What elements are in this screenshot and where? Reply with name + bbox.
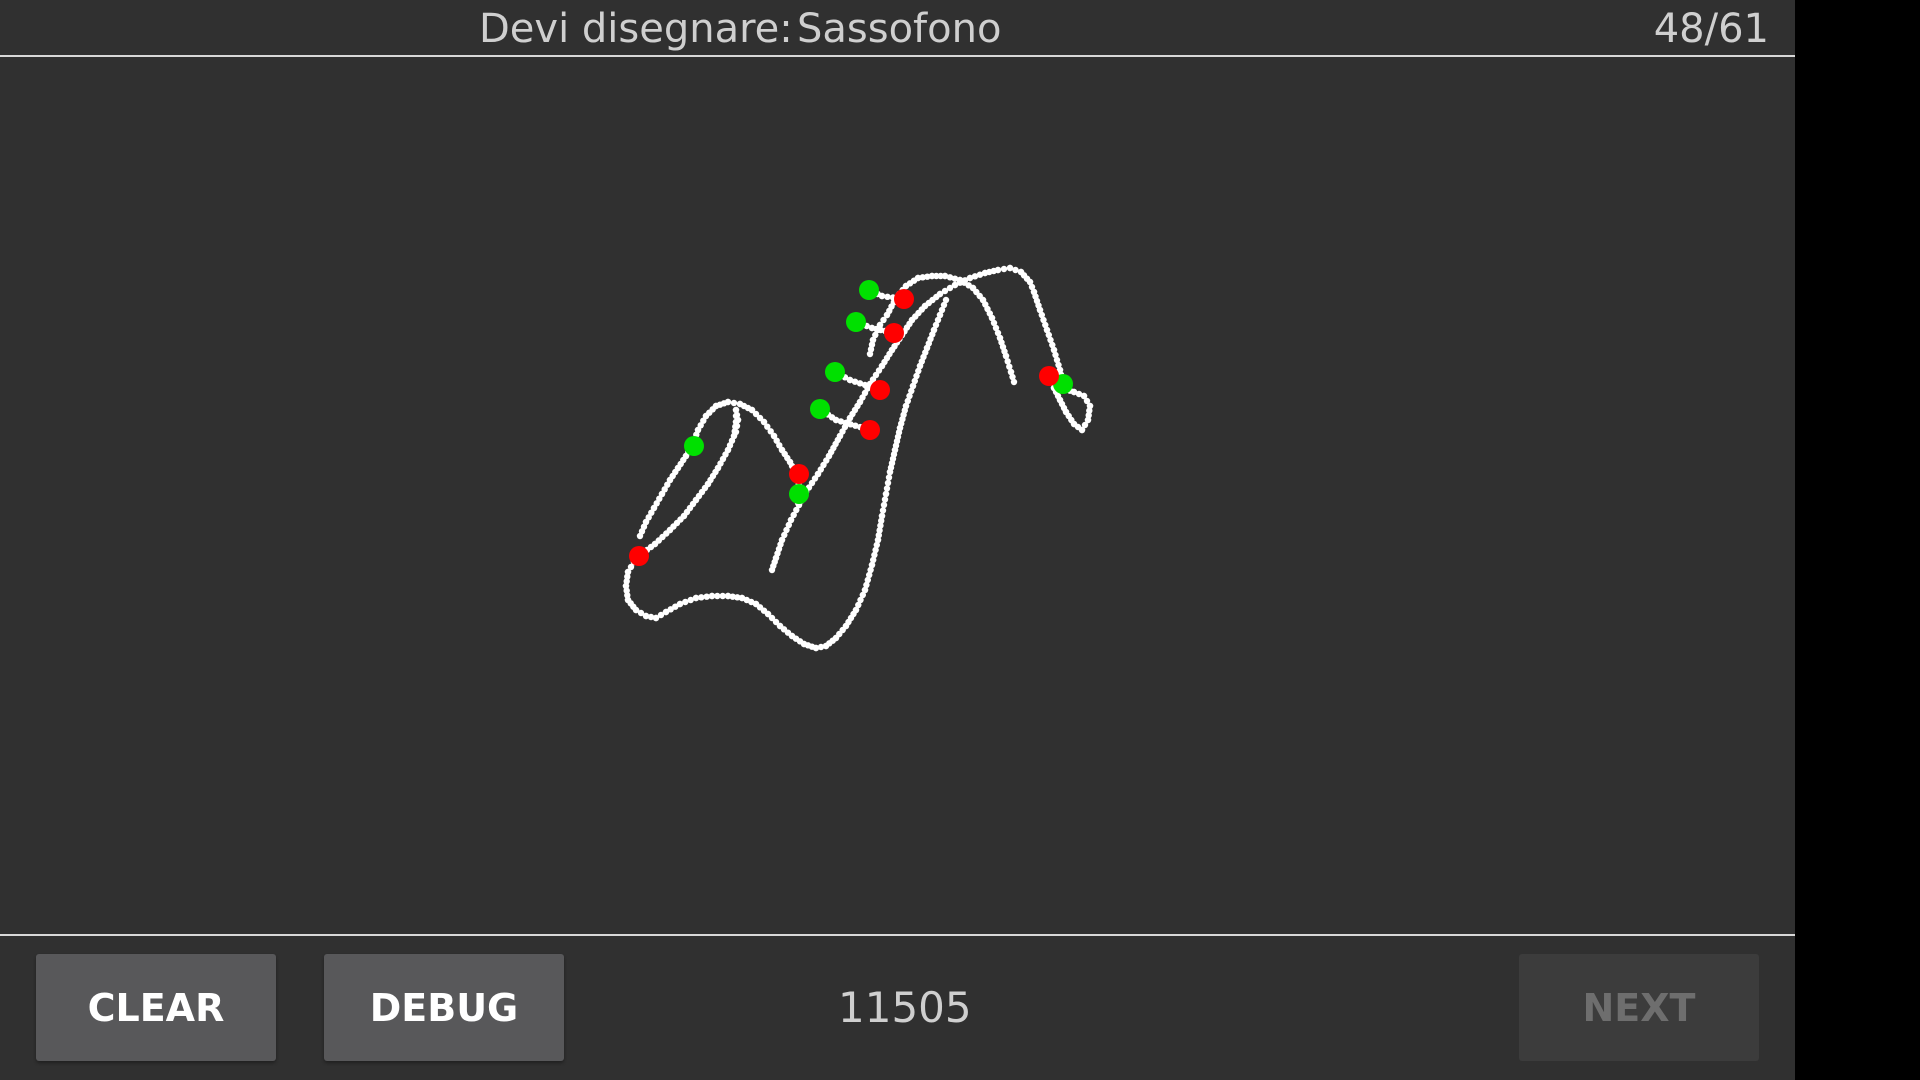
stroke-point bbox=[884, 479, 892, 487]
stroke-point bbox=[881, 496, 889, 503]
progress-counter: 48/61 bbox=[1653, 6, 1769, 52]
stroke-start-marker bbox=[825, 362, 845, 382]
stroke-point bbox=[878, 292, 886, 300]
stroke-point bbox=[1012, 266, 1019, 274]
stroke-start-marker bbox=[789, 484, 809, 504]
stroke-point bbox=[883, 485, 891, 492]
stroke-end-marker bbox=[629, 546, 649, 566]
stroke-point bbox=[732, 428, 740, 436]
drawing-canvas[interactable] bbox=[0, 59, 1795, 933]
footer-divider bbox=[0, 934, 1795, 936]
prompt-label: Devi disegnare: bbox=[479, 6, 793, 52]
stroke-end-marker bbox=[789, 464, 809, 484]
navigation-bar bbox=[1795, 0, 1920, 1080]
stroke-point bbox=[1006, 264, 1014, 272]
stroke-end-marker bbox=[894, 289, 914, 309]
stroke-start-marker bbox=[846, 312, 866, 332]
stroke-start-marker bbox=[684, 436, 704, 456]
stroke-point bbox=[703, 593, 710, 600]
stroke-point bbox=[636, 532, 644, 540]
stroke-point bbox=[1017, 268, 1025, 276]
stroke-point bbox=[730, 399, 738, 407]
stroke-point bbox=[1000, 265, 1008, 273]
stroke-point bbox=[1004, 358, 1011, 365]
stroke-point bbox=[882, 490, 890, 498]
score-value: 11505 bbox=[838, 983, 972, 1032]
clear-button[interactable]: CLEAR bbox=[36, 954, 276, 1061]
stroke-start-marker bbox=[859, 280, 879, 300]
stroke-point bbox=[724, 398, 732, 406]
stroke-point bbox=[733, 422, 741, 430]
stroke-start-marker bbox=[810, 399, 830, 419]
stroke-point bbox=[879, 507, 887, 514]
stroke-point bbox=[1010, 378, 1018, 386]
debug-button[interactable]: DEBUG bbox=[324, 954, 564, 1061]
header-bar: Devi disegnare: Sassofono 48/61 bbox=[0, 0, 1795, 57]
stroke-point bbox=[886, 468, 894, 476]
stroke-point bbox=[734, 416, 742, 424]
prompt-word: Sassofono bbox=[797, 6, 1002, 52]
stroke-end-marker bbox=[870, 380, 890, 400]
stroke-point bbox=[885, 474, 893, 481]
stroke-end-marker bbox=[860, 420, 880, 440]
stroke-end-marker bbox=[1039, 366, 1059, 386]
next-button[interactable]: NEXT bbox=[1519, 954, 1759, 1061]
stroke-end-marker bbox=[884, 323, 904, 343]
stroke-point bbox=[768, 566, 776, 574]
stroke-point bbox=[880, 501, 888, 509]
stroke-point bbox=[884, 293, 891, 300]
app-window: Devi disegnare: Sassofono 48/61 CLEAR DE… bbox=[0, 0, 1795, 1080]
